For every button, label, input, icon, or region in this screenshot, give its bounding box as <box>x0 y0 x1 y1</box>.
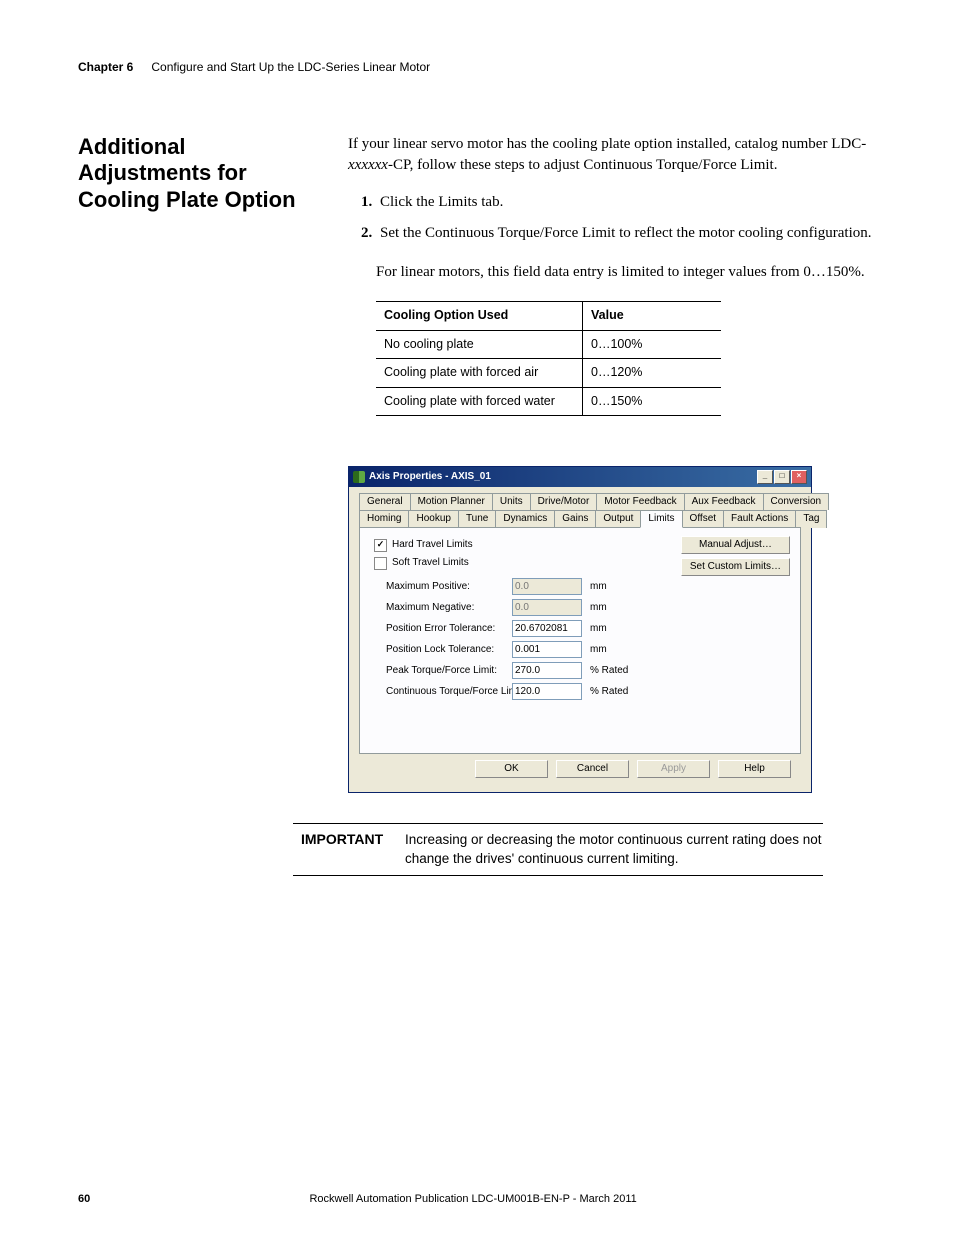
tab-hookup[interactable]: Hookup <box>408 510 458 528</box>
field-label: Maximum Negative: <box>386 601 504 615</box>
field-label: Maximum Positive: <box>386 580 504 594</box>
position-lock-tolerance-input[interactable] <box>512 641 582 658</box>
table-cell: Cooling plate with forced water <box>376 387 583 416</box>
tab-tag[interactable]: Tag <box>795 510 827 528</box>
tab-strip: GeneralMotion PlannerUnitsDrive/MotorMot… <box>359 493 801 528</box>
table-cell: 0…100% <box>583 330 722 359</box>
field-unit: % Rated <box>590 664 645 678</box>
table-cell: No cooling plate <box>376 330 583 359</box>
tab-motor-feedback[interactable]: Motor Feedback <box>596 493 684 510</box>
important-box: IMPORTANT Increasing or decreasing the m… <box>293 823 823 876</box>
step-list: Click the Limits tab. Set the Continuous… <box>348 192 876 244</box>
step-2: Set the Continuous Torque/Force Limit to… <box>376 223 876 244</box>
col-header-value: Value <box>583 302 722 331</box>
minimize-button[interactable]: _ <box>757 470 773 484</box>
checkbox-label: Hard Travel Limits <box>392 538 473 552</box>
table-cell: Cooling plate with forced air <box>376 359 583 388</box>
table-row: No cooling plate0…100% <box>376 330 721 359</box>
tab-output[interactable]: Output <box>595 510 641 528</box>
important-label: IMPORTANT <box>293 830 405 869</box>
intro-text-2: -CP, follow these steps to adjust Contin… <box>388 157 778 173</box>
peak-torque-force-limit-input[interactable] <box>512 662 582 679</box>
tab-gains[interactable]: Gains <box>554 510 596 528</box>
intro-text-1: If your linear servo motor has the cooli… <box>348 136 866 152</box>
field-unit: % Rated <box>590 685 645 699</box>
dialog-title: Axis Properties - AXIS_01 <box>369 470 491 484</box>
field-label: Continuous Torque/Force Limit: <box>386 685 504 699</box>
dialog-titlebar[interactable]: Axis Properties - AXIS_01 _ □ × <box>349 467 811 487</box>
field-unit: mm <box>590 643 645 657</box>
tab-conversion[interactable]: Conversion <box>763 493 830 510</box>
step-1: Click the Limits tab. <box>376 192 876 213</box>
chapter-label: Chapter 6 <box>78 60 133 74</box>
apply-button: Apply <box>637 760 710 778</box>
tab-units[interactable]: Units <box>492 493 531 510</box>
close-button[interactable]: × <box>791 470 807 484</box>
publication-info: Rockwell Automation Publication LDC-UM00… <box>90 1193 856 1205</box>
table-row: Cooling plate with forced water0…150% <box>376 387 721 416</box>
table-row: Cooling plate with forced air0…120% <box>376 359 721 388</box>
app-icon <box>353 471 365 483</box>
tab-fault-actions[interactable]: Fault Actions <box>723 510 796 528</box>
cooling-table: Cooling Option Used Value No cooling pla… <box>376 301 721 416</box>
field-label: Peak Torque/Force Limit: <box>386 664 504 678</box>
note-paragraph: For linear motors, this field data entry… <box>376 262 876 283</box>
col-header-option: Cooling Option Used <box>376 302 583 331</box>
table-cell: 0…150% <box>583 387 722 416</box>
maximize-button[interactable]: □ <box>774 470 790 484</box>
chapter-title: Configure and Start Up the LDC-Series Li… <box>151 60 430 74</box>
tab-offset[interactable]: Offset <box>682 510 725 528</box>
tab-drive-motor[interactable]: Drive/Motor <box>530 493 598 510</box>
maximum-positive-input <box>512 578 582 595</box>
ok-button[interactable]: OK <box>475 760 548 778</box>
field-unit: mm <box>590 580 645 594</box>
cancel-button[interactable]: Cancel <box>556 760 629 778</box>
tab-general[interactable]: General <box>359 493 411 510</box>
checkbox-icon[interactable] <box>374 539 387 552</box>
important-text: Increasing or decreasing the motor conti… <box>405 830 823 869</box>
manual-adjust-button[interactable]: Manual Adjust… <box>681 536 790 554</box>
checkbox-icon[interactable] <box>374 557 387 570</box>
axis-properties-dialog: Axis Properties - AXIS_01 _ □ × GeneralM… <box>348 466 812 793</box>
intro-italic: xxxxxx <box>348 157 388 173</box>
page-footer: 60 Rockwell Automation Publication LDC-U… <box>78 1193 876 1205</box>
field-label: Position Error Tolerance: <box>386 622 504 636</box>
tab-homing[interactable]: Homing <box>359 510 409 528</box>
tab-dynamics[interactable]: Dynamics <box>495 510 555 528</box>
maximum-negative-input <box>512 599 582 616</box>
checkbox-label: Soft Travel Limits <box>392 556 469 570</box>
tab-limits[interactable]: Limits <box>640 510 682 528</box>
position-error-tolerance-input[interactable] <box>512 620 582 637</box>
set-custom-limits-button[interactable]: Set Custom Limits… <box>681 558 790 576</box>
intro-paragraph: If your linear servo motor has the cooli… <box>348 134 876 176</box>
field-label: Position Lock Tolerance: <box>386 643 504 657</box>
limits-tab-panel: Manual Adjust… Set Custom Limits… Hard Tr… <box>359 527 801 754</box>
continuous-torque-force-limit-input[interactable] <box>512 683 582 700</box>
tab-tune[interactable]: Tune <box>458 510 496 528</box>
help-button[interactable]: Help <box>718 760 791 778</box>
field-unit: mm <box>590 622 645 636</box>
page-number: 60 <box>78 1193 90 1205</box>
tab-motion-planner[interactable]: Motion Planner <box>410 493 493 510</box>
field-unit: mm <box>590 601 645 615</box>
running-header: Chapter 6 Configure and Start Up the LDC… <box>78 60 876 74</box>
table-cell: 0…120% <box>583 359 722 388</box>
tab-aux-feedback[interactable]: Aux Feedback <box>684 493 764 510</box>
section-heading: Additional Adjustments for Cooling Plate… <box>78 134 308 213</box>
